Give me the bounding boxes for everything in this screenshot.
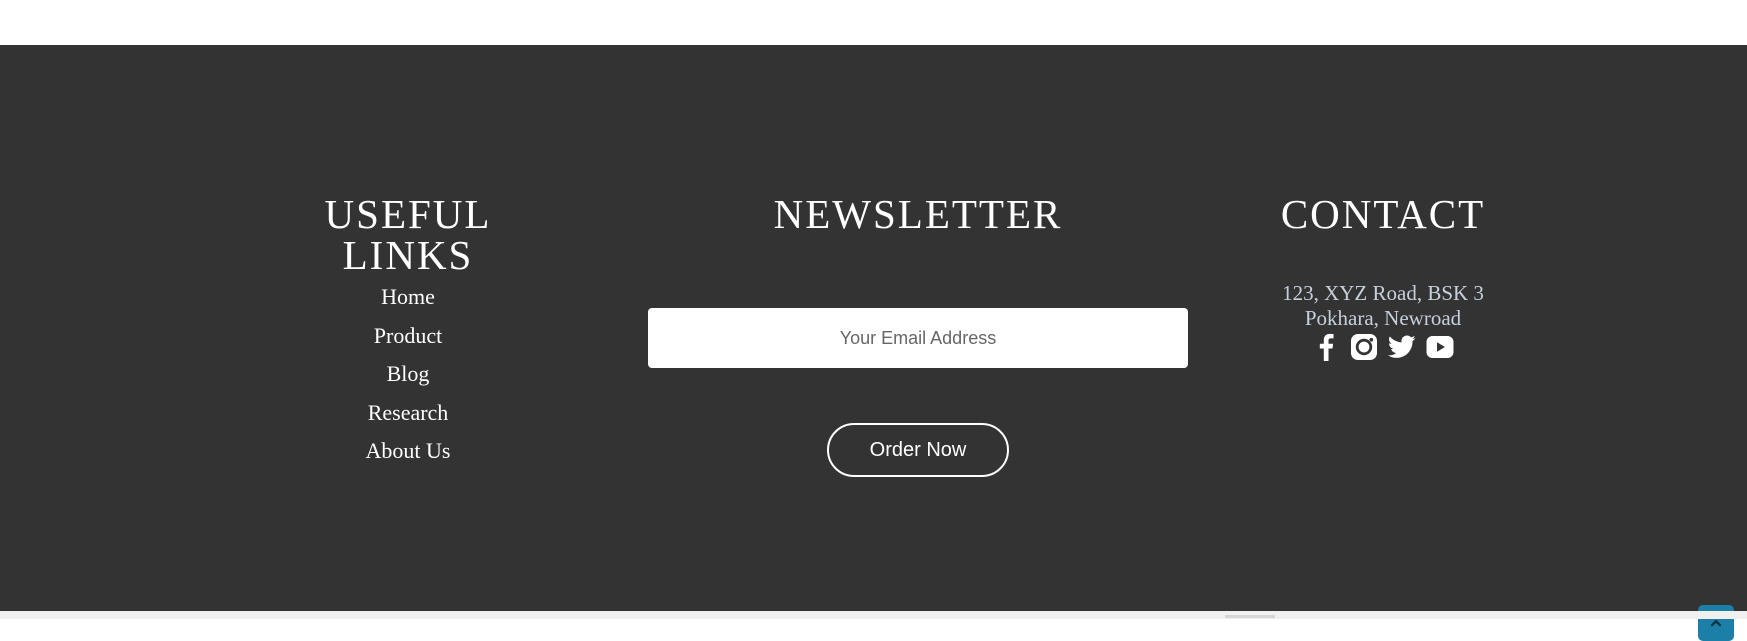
address-line-1: 123, XYZ Road, BSK 3 (1282, 281, 1484, 305)
useful-links-list: Home Product Blog Research About Us (258, 278, 558, 471)
chevron-up-icon (1710, 620, 1722, 627)
email-input[interactable] (648, 308, 1188, 368)
footer-link-blog[interactable]: Blog (258, 355, 558, 394)
footer-link-research[interactable]: Research (258, 394, 558, 433)
site-footer: USEFUL LINKS Home Product Blog Research … (0, 45, 1747, 641)
order-now-button[interactable]: Order Now (827, 423, 1009, 477)
footer-link-home[interactable]: Home (258, 278, 558, 317)
footer-link-about-us[interactable]: About Us (258, 432, 558, 471)
newsletter-title: NEWSLETTER (773, 191, 1063, 237)
useful-links-title: USEFUL LINKS (324, 191, 492, 278)
page-top-area (0, 0, 1747, 45)
youtube-icon[interactable] (1425, 332, 1455, 362)
contact-title: CONTACT (1280, 191, 1486, 237)
horizontal-scrollbar[interactable] (0, 611, 1747, 619)
twitter-icon[interactable] (1387, 332, 1417, 362)
footer-link-product[interactable]: Product (258, 317, 558, 356)
instagram-icon[interactable] (1349, 332, 1379, 362)
social-links (1233, 332, 1533, 362)
address-line-2: Pokhara, Newroad (1304, 306, 1462, 330)
contact-address: 123, XYZ Road, BSK 3 Pokhara, Newroad (1233, 281, 1533, 331)
scrollbar-thumb[interactable] (1225, 615, 1275, 618)
facebook-icon[interactable] (1311, 332, 1341, 362)
